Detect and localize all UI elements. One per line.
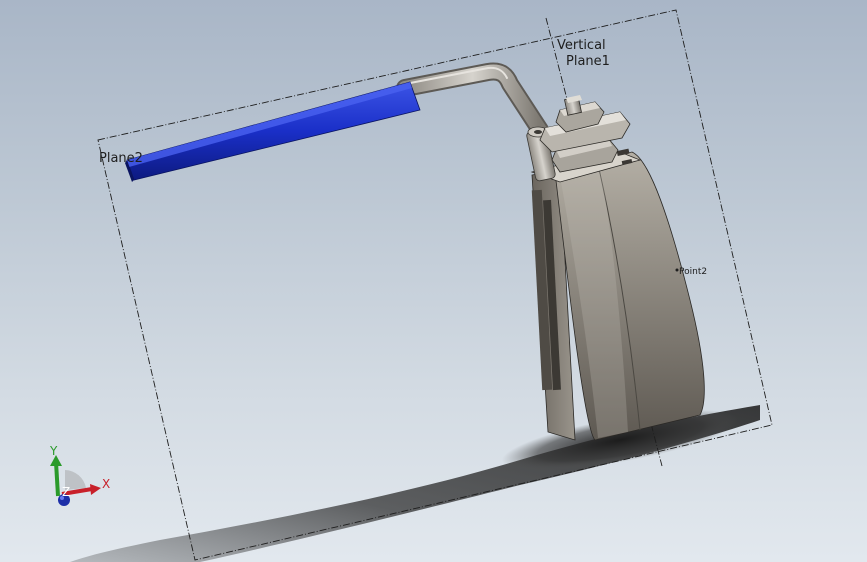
plane2-label: Plane2 [99,151,143,166]
point2-label: Point2 [679,267,707,277]
triad-x-label: X [102,477,110,491]
y-axis-line [54,461,60,497]
triad-z-label: Z [62,485,70,499]
vertical-plane1-label-line1: Vertical [557,38,606,53]
model-viewport[interactable]: Point2 Vertical Plane1 Plane2 Y X Z [0,0,867,562]
valve-body[interactable] [530,148,705,441]
valve-handle[interactable] [125,62,549,182]
x-axis-arrow-icon [90,484,101,495]
triad-y-label: Y [49,444,58,458]
reference-triad: Y X Z [49,444,110,506]
point2-marker[interactable]: Point2 [675,267,708,277]
vertical-plane1-label-line2: Plane1 [566,54,610,69]
handle-grip [125,81,421,182]
